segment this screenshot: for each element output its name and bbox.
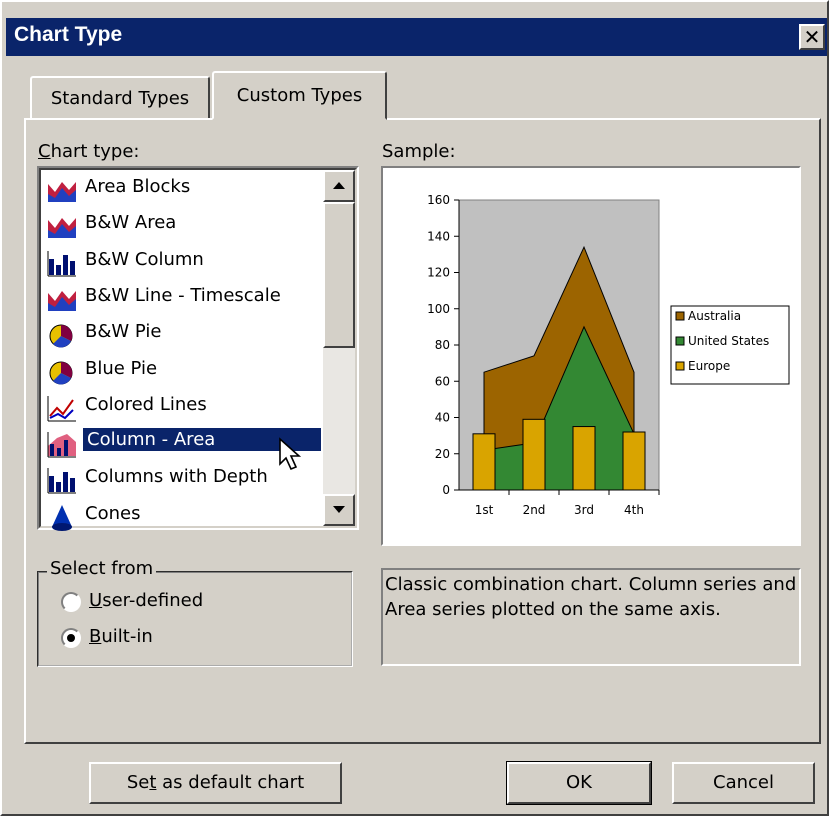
chart-type-label: B&W Line - Timescale bbox=[85, 284, 281, 306]
sample-label: Sample: bbox=[382, 141, 456, 162]
chart-description: Classic combination chart. Column series… bbox=[381, 568, 801, 666]
y-tick-label: 140 bbox=[427, 229, 450, 243]
chart-type-label: Blue Pie bbox=[85, 357, 158, 379]
chart-type-item[interactable]: B&W Pie bbox=[45, 317, 321, 351]
scroll-up-button[interactable] bbox=[323, 170, 355, 202]
area-chart-icon bbox=[48, 182, 76, 202]
x-tick-label: 3rd bbox=[574, 503, 594, 517]
sample-chart: 0 20 40 60 80 100 120 140 160 1st 2nd 3rd 4th Austral… bbox=[381, 166, 801, 546]
scroll-thumb[interactable] bbox=[323, 202, 355, 348]
dialog-title: Chart Type bbox=[14, 23, 123, 46]
chart-type-label: B&W Column bbox=[85, 248, 204, 270]
pie-chart-icon bbox=[49, 361, 73, 384]
built-in-radio[interactable] bbox=[61, 628, 81, 648]
close-button[interactable]: ✕ bbox=[799, 24, 825, 50]
legend-label: Europe bbox=[688, 359, 730, 373]
chart-type-item[interactable]: B&W Line - Timescale bbox=[45, 281, 321, 315]
close-icon: ✕ bbox=[803, 25, 821, 49]
chart-type-label: Colored Lines bbox=[85, 393, 207, 415]
cancel-button[interactable]: Cancel bbox=[672, 762, 815, 804]
x-tick-label: 4th bbox=[624, 503, 644, 517]
y-tick-label: 120 bbox=[427, 266, 450, 280]
area-chart-icon bbox=[48, 218, 76, 239]
arrow-down-icon bbox=[333, 506, 345, 513]
column-chart-icon bbox=[47, 468, 76, 494]
pie-chart-icon bbox=[49, 324, 73, 348]
tab-label: Standard Types bbox=[50, 88, 190, 109]
chart-type-label: Cones bbox=[85, 502, 141, 524]
title-bar: Chart Type ✕ bbox=[6, 18, 827, 56]
ok-button[interactable]: OK bbox=[506, 761, 652, 805]
y-tick-label: 40 bbox=[435, 411, 450, 425]
column-bar bbox=[472, 433, 496, 491]
column-chart-icon bbox=[47, 250, 76, 277]
x-tick-label: 1st bbox=[475, 503, 494, 517]
select-from-group bbox=[37, 571, 353, 667]
sample-chart-svg: 0 20 40 60 80 100 120 140 160 1st 2nd 3rd 4th Austral… bbox=[427, 193, 790, 517]
x-tick-label: 2nd bbox=[523, 503, 546, 517]
arrow-up-icon bbox=[333, 182, 345, 189]
y-tick-label: 80 bbox=[435, 338, 450, 352]
scroll-down-button[interactable] bbox=[323, 494, 355, 526]
chart-type-item[interactable]: Area Blocks bbox=[45, 172, 321, 206]
mouse-pointer-icon bbox=[279, 437, 302, 471]
tab-label: Custom Types bbox=[236, 85, 363, 106]
chart-type-label: Chart type: bbox=[38, 141, 140, 162]
cone-chart-icon bbox=[52, 504, 72, 531]
user-defined-radio[interactable] bbox=[61, 592, 81, 612]
chart-type-item[interactable]: Cones bbox=[45, 499, 321, 533]
y-tick-label: 0 bbox=[442, 483, 450, 497]
chart-type-list[interactable]: Area Blocks B&W Area B&W Column B&W Line - … bbox=[37, 166, 359, 533]
built-in-label[interactable]: Built-in bbox=[89, 626, 153, 647]
column-bar bbox=[572, 426, 596, 491]
chart-type-label: B&W Area bbox=[85, 212, 177, 234]
chart-type-label: Columns with Depth bbox=[85, 466, 268, 488]
y-tick-label: 20 bbox=[435, 447, 450, 461]
legend-swatch bbox=[675, 311, 685, 321]
list-scrollbar[interactable] bbox=[323, 170, 355, 526]
y-tick-label: 100 bbox=[427, 302, 450, 316]
tab-standard-types[interactable]: Standard Types bbox=[30, 76, 210, 118]
select-from-title: Select from bbox=[47, 558, 157, 579]
set-default-chart-button[interactable]: Set as default chart bbox=[89, 762, 342, 804]
chart-type-label: Area Blocks bbox=[85, 176, 191, 197]
chart-type-label: B&W Pie bbox=[85, 321, 162, 343]
y-tick-label: 160 bbox=[427, 193, 450, 207]
chart-type-item[interactable]: B&W Area bbox=[45, 208, 321, 242]
legend-label: United States bbox=[688, 334, 769, 348]
chart-type-item[interactable]: Blue Pie bbox=[45, 354, 321, 388]
column-bar bbox=[522, 418, 546, 491]
column-bar bbox=[622, 431, 646, 491]
user-defined-label[interactable]: User-defined bbox=[89, 590, 203, 611]
legend-swatch bbox=[675, 336, 685, 346]
line-chart-icon bbox=[47, 395, 76, 422]
tab-custom-types[interactable]: Custom Types bbox=[212, 71, 387, 120]
legend-label: Australia bbox=[688, 309, 741, 323]
chart-type-item[interactable]: Colored Lines bbox=[45, 390, 321, 424]
chart-type-item[interactable]: B&W Column bbox=[45, 245, 321, 279]
y-tick-label: 60 bbox=[435, 374, 450, 388]
area-chart-icon bbox=[48, 290, 76, 311]
column-area-chart-icon bbox=[47, 432, 76, 458]
legend-swatch bbox=[675, 361, 685, 371]
